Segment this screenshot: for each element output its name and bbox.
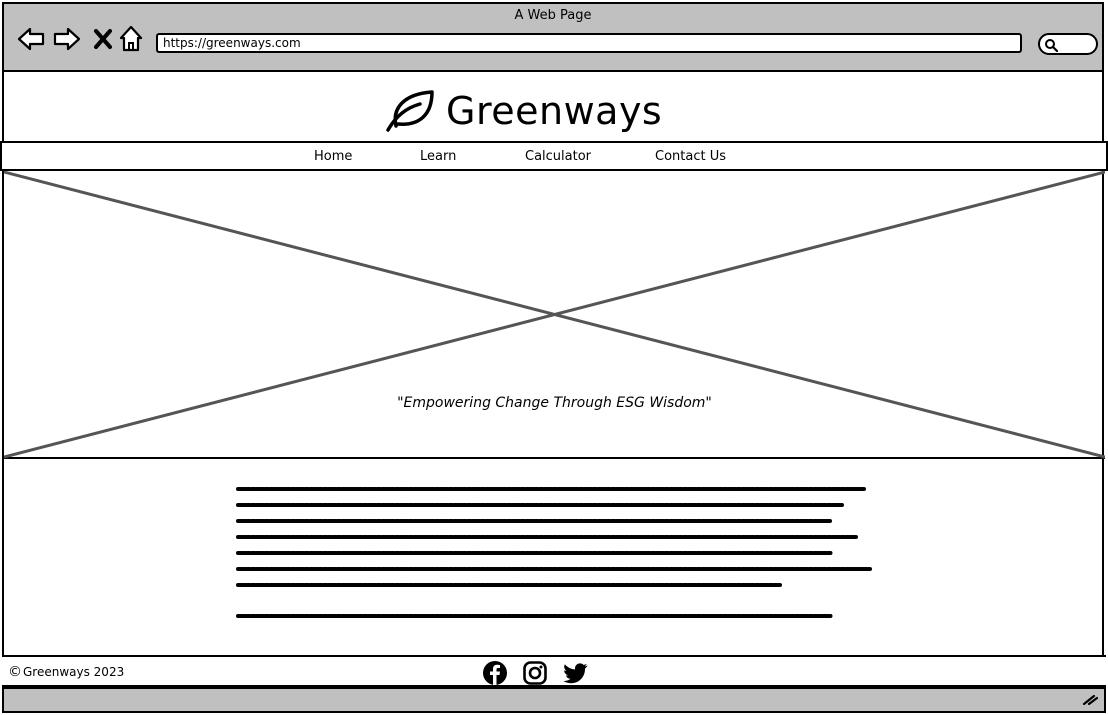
nav-item-calculator[interactable]: Calculator (525, 149, 591, 164)
copyright-text: Greenways 2023 (23, 665, 125, 679)
image-placeholder-cross (4, 171, 1105, 459)
forward-arrow-icon[interactable] (52, 24, 82, 54)
page-footer: © Greenways 2023 (2, 655, 1106, 687)
window-title: A Web Page (514, 8, 592, 23)
browser-toolbar: A Web Page https://greenways.com (2, 2, 1104, 72)
copyright: © Greenways 2023 (8, 664, 124, 680)
back-arrow-icon[interactable] (16, 24, 46, 54)
main-nav: Home Learn Calculator Contact Us (0, 141, 1108, 171)
home-icon[interactable] (116, 24, 146, 54)
copyright-icon: © (8, 664, 22, 680)
nav-item-learn[interactable]: Learn (420, 149, 456, 164)
search-icon (1044, 37, 1059, 56)
nav-item-contact-us[interactable]: Contact Us (655, 149, 726, 164)
hero-image-placeholder: "Empowering Change Through ESG Wisdom" (4, 171, 1105, 459)
site-logo[interactable]: Greenways (386, 86, 662, 136)
instagram-icon[interactable] (522, 660, 548, 686)
hero-tagline: "Empowering Change Through ESG Wisdom" (397, 395, 712, 411)
twitter-icon[interactable] (562, 660, 588, 686)
leaf-icon (386, 86, 436, 136)
browser-status-bar (2, 687, 1106, 713)
placeholder-text-block (236, 482, 876, 627)
close-icon[interactable] (88, 24, 118, 54)
logo-text: Greenways (446, 89, 663, 133)
scribble-text-lines (236, 487, 872, 618)
nav-item-home[interactable]: Home (314, 149, 352, 164)
url-input[interactable]: https://greenways.com (156, 33, 1022, 53)
facebook-icon[interactable] (482, 660, 508, 686)
browser-search-field[interactable] (1038, 33, 1098, 55)
resize-grip-icon[interactable] (1082, 690, 1099, 709)
